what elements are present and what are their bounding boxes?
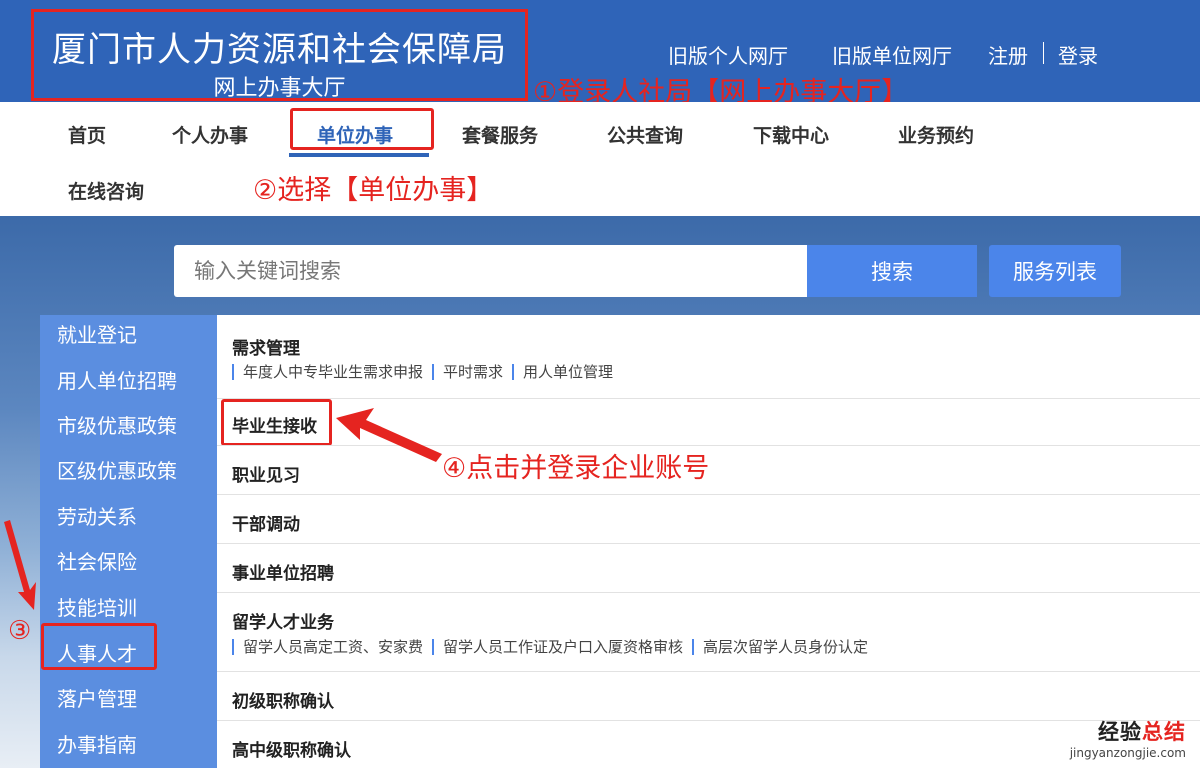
section-junior-title[interactable]: 初级职称确认 bbox=[232, 687, 334, 712]
service-panel: 需求管理 年度人中专毕业生需求申报 平时需求 用人单位管理 毕业生接收 职业见习… bbox=[217, 315, 1200, 768]
overseas-links: 留学人员高定工资、安家费 留学人员工作证及户口入厦资格审核 高层次留学人员身份认… bbox=[232, 636, 868, 657]
watermark-url: jingyanzongjie.com bbox=[1069, 746, 1186, 760]
sidebar-item-training[interactable]: 技能培训 bbox=[57, 592, 137, 621]
link-employer-management[interactable]: 用人单位管理 bbox=[512, 361, 613, 382]
highlight-unit-tab bbox=[290, 108, 434, 150]
link-divider bbox=[1043, 42, 1044, 64]
sidebar-item-employment[interactable]: 就业登记 bbox=[57, 319, 137, 348]
section-senior-title[interactable]: 高中级职称确认 bbox=[232, 736, 351, 761]
nav-personal[interactable]: 个人办事 bbox=[172, 121, 248, 148]
sidebar-item-recruitment[interactable]: 用人单位招聘 bbox=[57, 365, 177, 394]
demand-links: 年度人中专毕业生需求申报 平时需求 用人单位管理 bbox=[232, 361, 613, 382]
watermark: 经验总结 jingyanzongjie.com bbox=[1070, 716, 1186, 760]
login-link[interactable]: 登录 bbox=[1058, 40, 1098, 69]
link-high-level-identity[interactable]: 高层次留学人员身份认定 bbox=[692, 636, 868, 657]
divider bbox=[217, 494, 1200, 495]
annotation-step4: ④点击并登录企业账号 bbox=[442, 453, 710, 484]
section-public-institution-recruit[interactable]: 事业单位招聘 bbox=[232, 559, 334, 584]
sidebar-item-guide[interactable]: 办事指南 bbox=[57, 729, 137, 758]
old-personal-hall-link[interactable]: 旧版个人网厅 bbox=[668, 40, 788, 69]
search-button[interactable]: 搜索 bbox=[807, 245, 977, 297]
link-overseas-permit[interactable]: 留学人员工作证及户口入厦资格审核 bbox=[432, 636, 683, 657]
nav-download[interactable]: 下载中心 bbox=[753, 121, 829, 148]
section-cadre-transfer[interactable]: 干部调动 bbox=[232, 510, 300, 535]
nav-home[interactable]: 首页 bbox=[68, 121, 106, 148]
sidebar-item-settlement[interactable]: 落户管理 bbox=[57, 683, 137, 712]
main-nav: 首页 个人办事 单位办事 套餐服务 公共查询 下载中心 业务预约 在线咨询 ②选… bbox=[0, 102, 1200, 216]
nav-active-underline bbox=[289, 153, 429, 157]
section-internship[interactable]: 职业见习 bbox=[232, 461, 300, 486]
nav-package[interactable]: 套餐服务 bbox=[462, 121, 538, 148]
link-overseas-salary[interactable]: 留学人员高定工资、安家费 bbox=[232, 636, 423, 657]
highlight-personnel-item bbox=[41, 623, 157, 670]
annotation-step2: ②选择【单位办事】 bbox=[253, 175, 494, 206]
nav-consult[interactable]: 在线咨询 bbox=[68, 177, 144, 204]
arrow-icon bbox=[4, 520, 36, 610]
site-subtitle: 网上办事大厅 bbox=[213, 76, 346, 101]
service-list-button[interactable]: 服务列表 bbox=[989, 245, 1121, 297]
link-regular-demand[interactable]: 平时需求 bbox=[432, 361, 503, 382]
search-input[interactable] bbox=[174, 245, 808, 297]
sidebar-item-social-insurance[interactable]: 社会保险 bbox=[57, 546, 137, 575]
watermark-main: 经验总结 bbox=[1098, 720, 1186, 744]
sidebar-item-labor[interactable]: 劳动关系 bbox=[57, 501, 137, 530]
divider bbox=[217, 671, 1200, 672]
divider bbox=[217, 592, 1200, 593]
annotation-step3: ③ bbox=[8, 616, 32, 646]
link-annual-demand[interactable]: 年度人中专毕业生需求申报 bbox=[232, 361, 423, 382]
section-demand[interactable]: 需求管理 bbox=[232, 334, 300, 359]
sidebar-item-district-policy[interactable]: 区级优惠政策 bbox=[57, 455, 177, 484]
register-link[interactable]: 注册 bbox=[988, 40, 1028, 69]
section-overseas-talent[interactable]: 留学人才业务 bbox=[232, 608, 334, 633]
highlight-graduate-intake bbox=[221, 399, 332, 446]
sidebar-item-city-policy[interactable]: 市级优惠政策 bbox=[57, 410, 177, 439]
divider bbox=[217, 720, 1200, 721]
nav-public-query[interactable]: 公共查询 bbox=[607, 121, 683, 148]
old-unit-hall-link[interactable]: 旧版单位网厅 bbox=[832, 40, 952, 69]
site-title: 厦门市人力资源和社会保障局 bbox=[52, 30, 507, 70]
site-logo[interactable]: 厦门市人力资源和社会保障局 网上办事大厅 bbox=[31, 9, 528, 101]
divider bbox=[217, 398, 1200, 399]
arrow-icon bbox=[336, 408, 442, 462]
category-sidebar: 就业登记 用人单位招聘 市级优惠政策 区级优惠政策 劳动关系 社会保险 技能培训… bbox=[40, 315, 217, 768]
nav-appointment[interactable]: 业务预约 bbox=[898, 121, 974, 148]
divider bbox=[217, 543, 1200, 544]
